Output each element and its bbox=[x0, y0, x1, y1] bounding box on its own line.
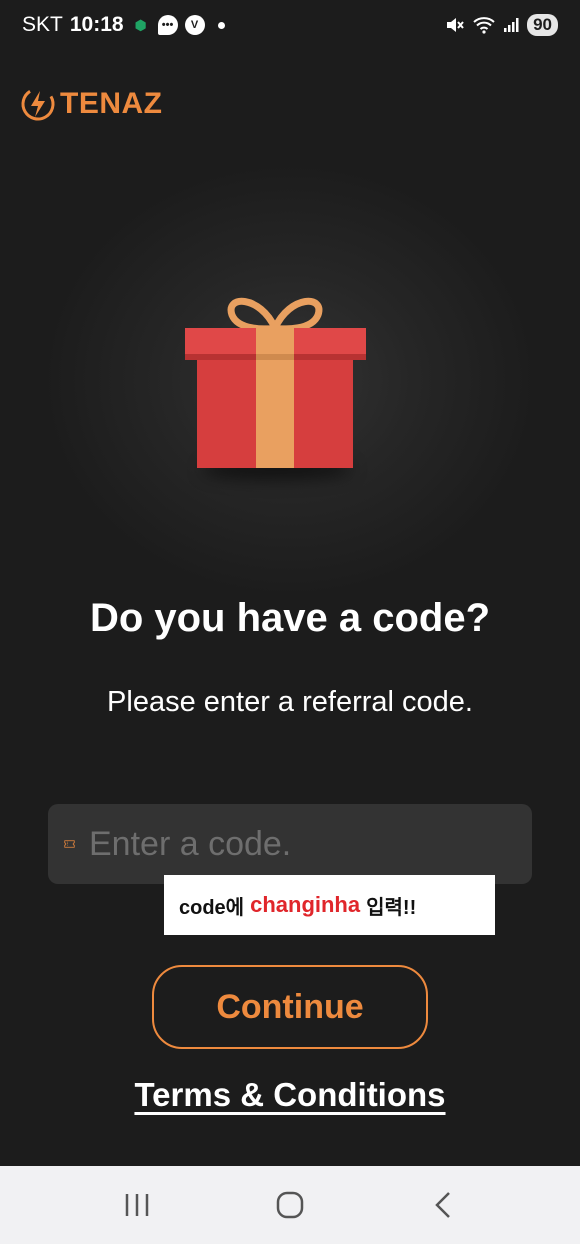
continue-button[interactable]: Continue bbox=[152, 965, 428, 1049]
page-title: Do you have a code? bbox=[89, 596, 491, 640]
recent-apps-button[interactable] bbox=[107, 1175, 167, 1235]
more-notifications-dot bbox=[217, 21, 225, 29]
chat-bubble-icon: ••• bbox=[157, 15, 178, 35]
v-app-icon: V bbox=[184, 15, 205, 35]
annotation-note: code에 changinha 입력!! bbox=[164, 875, 495, 935]
battery-indicator: 90 bbox=[527, 14, 558, 36]
code-input[interactable] bbox=[89, 814, 532, 874]
status-right: 90 bbox=[445, 14, 558, 36]
logo-text: TENAZ bbox=[60, 87, 163, 120]
status-bar: SKT 10:18 ⬢ ••• V 90 bbox=[0, 0, 580, 50]
home-button[interactable] bbox=[260, 1175, 320, 1235]
page-subtitle: Please enter a referral code. bbox=[107, 686, 473, 718]
carrier-label: SKT bbox=[22, 13, 63, 36]
terms-link[interactable]: Terms & Conditions bbox=[0, 1076, 580, 1114]
gift-icon bbox=[185, 297, 366, 468]
recent-apps-icon bbox=[125, 1194, 148, 1216]
annotation-highlight: changinha bbox=[250, 892, 361, 917]
navigation-bar bbox=[0, 1166, 580, 1244]
status-left: SKT 10:18 ⬢ ••• V bbox=[22, 13, 225, 37]
app-notification-icon: ⬢ bbox=[134, 16, 147, 33]
bolt-logo-icon bbox=[21, 87, 55, 121]
clock: 10:18 bbox=[69, 13, 124, 36]
tenaz-logo: TENAZ bbox=[20, 86, 163, 122]
wifi-icon bbox=[473, 17, 495, 34]
code-field[interactable] bbox=[48, 804, 532, 884]
gift-illustration bbox=[180, 290, 370, 490]
signal-icon bbox=[504, 18, 519, 32]
home-icon bbox=[276, 1191, 304, 1219]
annotation-prefix: code에 bbox=[179, 896, 245, 919]
mute-icon bbox=[447, 18, 464, 32]
ticket-icon bbox=[64, 840, 75, 848]
annotation-suffix: 입력!! bbox=[366, 896, 417, 919]
back-button[interactable] bbox=[413, 1175, 473, 1235]
back-icon bbox=[435, 1192, 451, 1218]
